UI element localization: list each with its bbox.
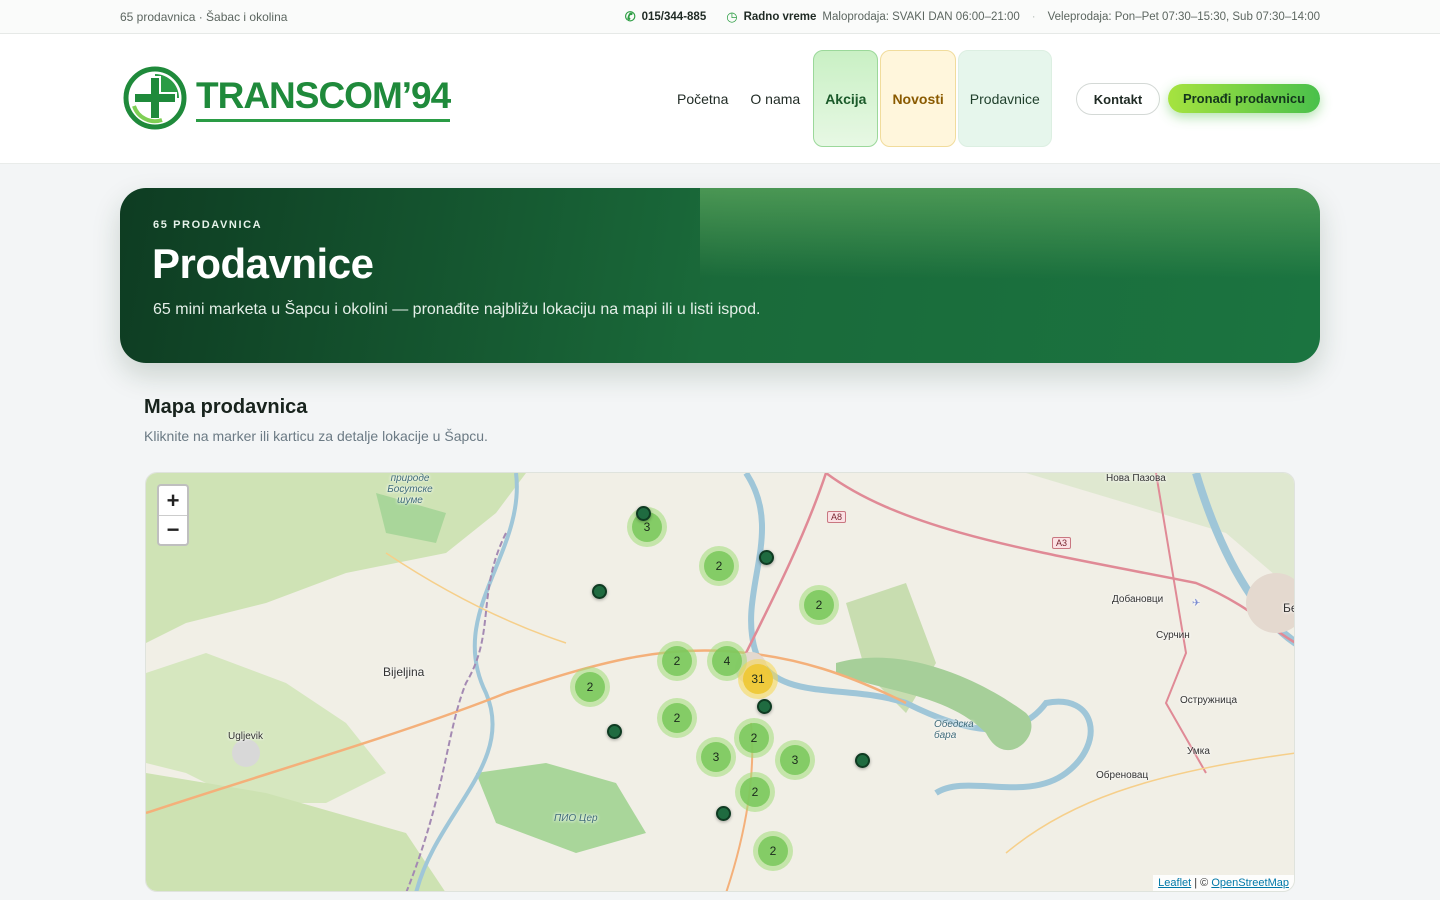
map-cluster[interactable]: 2 <box>753 831 793 871</box>
phone-link[interactable]: ✆ 015/344-885 <box>625 9 707 25</box>
map-cluster-count: 2 <box>739 723 769 753</box>
map-cluster[interactable]: 2 <box>699 546 739 586</box>
map-attribution: Leaflet | © OpenStreetMap <box>1153 875 1294 891</box>
store-marker[interactable] <box>759 550 774 565</box>
zoom-in-button[interactable]: + <box>159 486 187 515</box>
nav-akcija[interactable]: Akcija <box>813 50 879 147</box>
map-cluster-count: 2 <box>804 590 834 620</box>
top-info-bar: 65 prodavnica · Šabac i okolina ✆ 015/34… <box>0 0 1440 34</box>
map-label-umka: Умка <box>1187 746 1210 757</box>
zoom-control: + − <box>157 484 189 546</box>
hours-label: Radno vreme <box>743 11 817 23</box>
hero-subtitle: 65 mini marketa u Šapcu i okolini — pron… <box>153 301 761 318</box>
map-label-ugljevik: Ugljevik <box>228 731 264 742</box>
hero-banner: 65 PRODAVNICA Prodavnice 65 mini marketa… <box>120 188 1320 363</box>
attribution-separator: | © <box>1194 877 1209 889</box>
store-count-text: 65 prodavnica · Šabac i okolina <box>120 10 288 24</box>
airport-icon: ✈ <box>1192 598 1201 609</box>
map-cluster-count: 2 <box>662 703 692 733</box>
map-cluster-count: 2 <box>740 777 770 807</box>
top-contact-info: ✆ 015/344-885 ◷ Radno vreme Maloprodaja:… <box>625 9 1320 25</box>
site-header: TRANSCOM’94 Početna O nama Akcija Novost… <box>0 34 1440 164</box>
map-label-obrenovac: Обреновац <box>1096 770 1149 781</box>
logo-text: TRANSCOM’94 <box>196 75 451 122</box>
map-cluster[interactable]: 2 <box>735 772 775 812</box>
map-cluster[interactable]: 2 <box>657 641 697 681</box>
map-cluster-count: 3 <box>701 742 731 772</box>
page-title: Prodavnice <box>152 240 374 287</box>
clock-icon: ◷ <box>726 9 738 24</box>
map-label-be: Бе <box>1283 601 1294 615</box>
store-marker[interactable] <box>592 584 607 599</box>
map-tiles[interactable] <box>146 473 1295 892</box>
map-cluster-count: 2 <box>662 646 692 676</box>
road-shield-a8: A8 <box>827 511 847 523</box>
map-label-pio-cer: ПИО Цер <box>554 813 598 824</box>
map-cluster-large[interactable]: 31 <box>738 659 778 699</box>
store-marker[interactable] <box>607 724 622 739</box>
hours-separator: · <box>1031 11 1036 23</box>
leaflet-link[interactable]: Leaflet <box>1158 877 1191 889</box>
map-cluster[interactable]: 2 <box>734 718 774 758</box>
find-store-button[interactable]: Pronađi prodavnicu <box>1168 84 1320 113</box>
map-label-obedska-bara: Обедска бара <box>934 719 974 741</box>
store-marker[interactable] <box>716 806 731 821</box>
map-cluster[interactable]: 3 <box>696 737 736 777</box>
wholesale-hours: Veleprodaja: Pon–Pet 07:30–15:30, Sub 07… <box>1047 11 1320 23</box>
store-map[interactable]: + − Bijeljina Ugljevik Нова Пазова Добан… <box>145 472 1295 892</box>
retail-hours: Maloprodaja: SVAKI DAN 06:00–21:00 <box>822 11 1020 23</box>
map-cluster-count: 3 <box>780 745 810 775</box>
map-label-surcin: Сурчин <box>1156 630 1190 641</box>
contact-button[interactable]: Kontakt <box>1076 83 1160 115</box>
map-label-bosutske-sume: природе Босутске шуме <box>387 473 433 506</box>
map-cluster-count: 2 <box>758 836 788 866</box>
zoom-out-button[interactable]: − <box>159 515 187 544</box>
nav-home[interactable]: Početna <box>666 50 739 147</box>
map-label-nova-pazova: Нова Пазова <box>1106 473 1166 484</box>
store-marker[interactable] <box>636 506 651 521</box>
logo-cross-icon <box>123 66 187 130</box>
logo[interactable]: TRANSCOM’94 <box>122 66 451 130</box>
map-cluster[interactable]: 2 <box>657 698 697 738</box>
store-marker[interactable] <box>855 753 870 768</box>
phone-number: 015/344-885 <box>641 11 707 23</box>
osm-link[interactable]: OpenStreetMap <box>1211 877 1289 889</box>
map-cluster[interactable]: 2 <box>799 585 839 625</box>
map-cluster[interactable]: 3 <box>775 740 815 780</box>
map-section-title: Mapa prodavnica <box>144 396 308 418</box>
map-label-dobanovci: Добановци <box>1112 594 1164 605</box>
map-section-subtitle: Kliknite na marker ili karticu za detalj… <box>144 428 488 444</box>
map-cluster-count: 31 <box>743 664 773 694</box>
road-shield-a3: A3 <box>1052 537 1072 549</box>
nav-about[interactable]: O nama <box>739 50 811 147</box>
phone-icon: ✆ <box>624 9 636 24</box>
nav-prodavnice[interactable]: Prodavnice <box>957 50 1052 147</box>
map-label-bijeljina: Bijeljina <box>383 665 425 679</box>
nav-novosti[interactable]: Novosti <box>880 50 956 147</box>
map-cluster-count: 2 <box>704 551 734 581</box>
map-cluster[interactable]: 2 <box>570 667 610 707</box>
main-nav: Početna O nama Akcija Novosti Prodavnice <box>666 50 1052 147</box>
hero-eyebrow: 65 PRODAVNICA <box>153 219 263 231</box>
map-cluster-count: 2 <box>575 672 605 702</box>
map-label-ostruznica: Остружница <box>1180 695 1238 706</box>
map-cluster-count: 4 <box>712 646 742 676</box>
store-marker[interactable] <box>757 699 772 714</box>
